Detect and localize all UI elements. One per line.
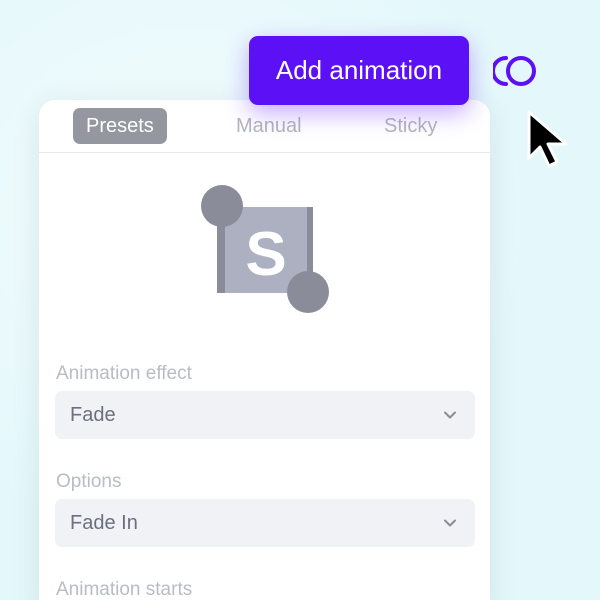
logo-icon: [493, 56, 536, 86]
transform-handles-icon: S: [201, 185, 329, 313]
handle-top-left: [201, 185, 243, 227]
options-select[interactable]: Fade In: [55, 499, 475, 547]
options-label: Options: [56, 471, 122, 492]
animation-effect-value: Fade: [70, 404, 116, 426]
add-animation-button[interactable]: Add animation: [249, 36, 469, 105]
animation-effect-label: Animation effect: [56, 363, 192, 384]
options-value: Fade In: [70, 512, 138, 534]
tab-presets[interactable]: Presets: [73, 108, 167, 144]
handle-bottom-right: [287, 271, 329, 313]
animation-panel: Presets Manual Sticky S Animation effect…: [39, 100, 490, 600]
chevron-down-icon: [444, 519, 456, 527]
cursor-icon: [527, 110, 568, 168]
tab-manual[interactable]: Manual: [223, 108, 315, 144]
animation-starts-label: Animation starts: [56, 579, 193, 600]
tab-sticky[interactable]: Sticky: [371, 108, 450, 144]
animation-effect-select[interactable]: Fade: [55, 391, 475, 439]
shape-letter: S: [245, 220, 286, 289]
tab-bar: Presets Manual Sticky: [39, 100, 490, 153]
chevron-down-icon: [444, 411, 456, 419]
